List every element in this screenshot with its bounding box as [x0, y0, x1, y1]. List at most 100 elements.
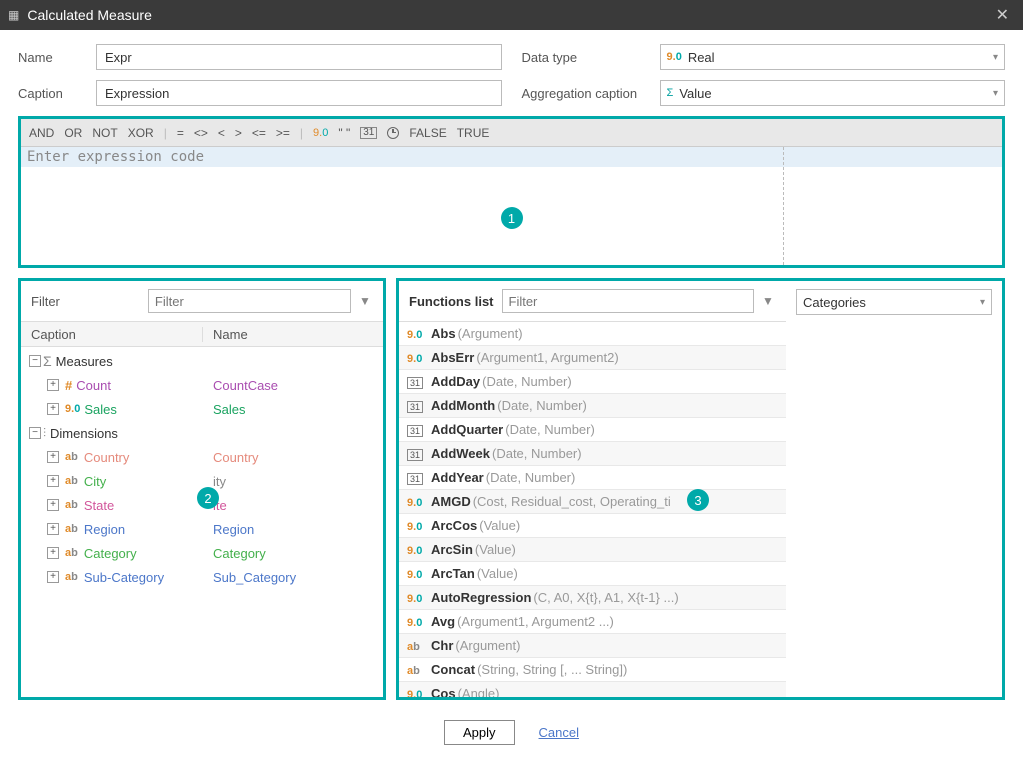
- field-row[interactable]: +abCategoryCategory: [21, 541, 383, 565]
- op-not[interactable]: NOT: [92, 126, 117, 140]
- expand-icon[interactable]: +: [47, 523, 59, 535]
- function-args: (C, A0, X{t}, A1, X{t-1} ...): [533, 590, 678, 605]
- function-row[interactable]: 9.0ArcCos (Value): [399, 514, 786, 538]
- function-row[interactable]: 31AddMonth (Date, Number): [399, 394, 786, 418]
- functions-filter-input[interactable]: [502, 289, 755, 313]
- aggcaption-select[interactable]: Σ Value ▾: [660, 80, 1006, 106]
- op-true[interactable]: TRUE: [457, 126, 490, 140]
- apply-button[interactable]: Apply: [444, 720, 515, 745]
- expand-icon[interactable]: +: [47, 499, 59, 511]
- op-gte[interactable]: >=: [276, 126, 290, 140]
- type-time-icon[interactable]: [387, 127, 399, 139]
- function-row[interactable]: 31AddDay (Date, Number): [399, 370, 786, 394]
- categories-select[interactable]: Categories ▾: [796, 289, 992, 315]
- field-caption: Count: [76, 378, 111, 393]
- expand-icon[interactable]: +: [47, 475, 59, 487]
- function-name: AutoRegression: [431, 590, 531, 605]
- op-or[interactable]: OR: [64, 126, 82, 140]
- text-icon: ab: [65, 451, 78, 463]
- expand-icon[interactable]: +: [47, 379, 59, 391]
- dimensions-group[interactable]: − ⫶ Dimensions: [21, 421, 383, 445]
- expression-panel: AND OR NOT XOR | = <> < > <= >= | 9.0 " …: [18, 116, 1005, 268]
- functions-list[interactable]: 9.0Abs (Argument)9.0AbsErr (Argument1, A…: [399, 321, 786, 697]
- expression-editor[interactable]: Enter expression code: [21, 147, 1002, 265]
- function-row[interactable]: 31AddYear (Date, Number): [399, 466, 786, 490]
- window-title: Calculated Measure: [27, 7, 989, 23]
- type-date-icon[interactable]: 31: [360, 127, 377, 139]
- cancel-link[interactable]: Cancel: [539, 725, 579, 740]
- sigma-icon: Σ: [667, 87, 674, 99]
- type-real-icon[interactable]: 9.0: [313, 127, 328, 139]
- field-name: Region: [203, 522, 254, 537]
- function-row[interactable]: 9.0Avg (Argument1, Argument2 ...): [399, 610, 786, 634]
- field-caption: Sub-Category: [84, 570, 164, 585]
- filter-label: Filter: [31, 294, 60, 309]
- name-input[interactable]: [96, 44, 502, 70]
- function-args: (Argument1, Argument2): [476, 350, 618, 365]
- collapse-icon[interactable]: −: [29, 355, 41, 367]
- field-name: Country: [203, 450, 259, 465]
- name-label: Name: [18, 50, 96, 65]
- text-icon: ab: [65, 571, 78, 583]
- expression-toolbar: AND OR NOT XOR | = <> < > <= >= | 9.0 " …: [21, 119, 1002, 147]
- function-row[interactable]: 9.0Cos (Angle): [399, 682, 786, 697]
- function-args: (Argument): [455, 638, 520, 653]
- op-gt[interactable]: >: [235, 126, 242, 140]
- field-row[interactable]: +abSub-CategorySub_Category: [21, 565, 383, 589]
- function-args: (Date, Number): [505, 422, 595, 437]
- op-false[interactable]: FALSE: [409, 126, 446, 140]
- filter-icon[interactable]: ▼: [762, 294, 776, 308]
- function-args: (Cost, Residual_cost, Operating_ti: [473, 494, 671, 509]
- expand-icon[interactable]: +: [47, 403, 59, 415]
- caption-label: Caption: [18, 86, 96, 101]
- hash-icon: #: [65, 378, 72, 393]
- date-icon: 31: [407, 449, 423, 461]
- function-row[interactable]: 31AddWeek (Date, Number): [399, 442, 786, 466]
- function-name: Chr: [431, 638, 453, 653]
- column-name: Name: [203, 327, 248, 342]
- op-lte[interactable]: <=: [252, 126, 266, 140]
- function-row[interactable]: 9.0AbsErr (Argument1, Argument2): [399, 346, 786, 370]
- op-lt[interactable]: <: [218, 126, 225, 140]
- field-row[interactable]: +abRegionRegion: [21, 517, 383, 541]
- function-row[interactable]: 9.0ArcSin (Value): [399, 538, 786, 562]
- expand-icon[interactable]: +: [47, 451, 59, 463]
- caption-input[interactable]: [96, 80, 502, 106]
- real-icon: 9.0: [65, 403, 80, 415]
- op-and[interactable]: AND: [29, 126, 54, 140]
- function-row[interactable]: 9.0ArcTan (Value): [399, 562, 786, 586]
- real-icon: 9.0: [407, 593, 422, 605]
- expand-icon[interactable]: +: [47, 571, 59, 583]
- collapse-icon[interactable]: −: [29, 427, 41, 439]
- function-row[interactable]: 9.0Abs (Argument): [399, 322, 786, 346]
- function-name: Cos: [431, 686, 456, 697]
- real-icon: 9.0: [407, 617, 422, 629]
- measures-group[interactable]: − Σ Measures: [21, 349, 383, 373]
- op-neq[interactable]: <>: [194, 126, 208, 140]
- function-row[interactable]: abChr (Argument): [399, 634, 786, 658]
- field-row[interactable]: +#CountCountCase: [21, 373, 383, 397]
- fields-filter-input[interactable]: [148, 289, 351, 313]
- real-icon: 9.0: [407, 545, 422, 557]
- datatype-select[interactable]: 9.0 Real ▾: [660, 44, 1006, 70]
- field-row[interactable]: +9.0SalesSales: [21, 397, 383, 421]
- function-row[interactable]: 9.0AMGD (Cost, Residual_cost, Operating_…: [399, 490, 786, 514]
- function-name: ArcCos: [431, 518, 477, 533]
- real-icon: 9.0: [407, 569, 422, 581]
- function-args: (Value): [479, 518, 520, 533]
- op-xor[interactable]: XOR: [128, 126, 154, 140]
- function-name: AddDay: [431, 374, 480, 389]
- field-row[interactable]: +abCountryCountry: [21, 445, 383, 469]
- field-name: Sales: [203, 402, 246, 417]
- real-icon: 9.0: [407, 497, 422, 509]
- real-icon: 9.0: [667, 51, 682, 63]
- function-row[interactable]: 9.0 AutoRegression (C, A0, X{t}, A1, X{t-…: [399, 586, 786, 610]
- op-eq[interactable]: =: [177, 126, 184, 140]
- function-row[interactable]: abConcat (String, String [, ... String]): [399, 658, 786, 682]
- op-quotes[interactable]: " ": [338, 126, 350, 140]
- field-caption: Region: [84, 522, 125, 537]
- function-row[interactable]: 31AddQuarter (Date, Number): [399, 418, 786, 442]
- close-icon[interactable]: ✕: [990, 5, 1015, 25]
- expand-icon[interactable]: +: [47, 547, 59, 559]
- filter-icon[interactable]: ▼: [359, 294, 373, 308]
